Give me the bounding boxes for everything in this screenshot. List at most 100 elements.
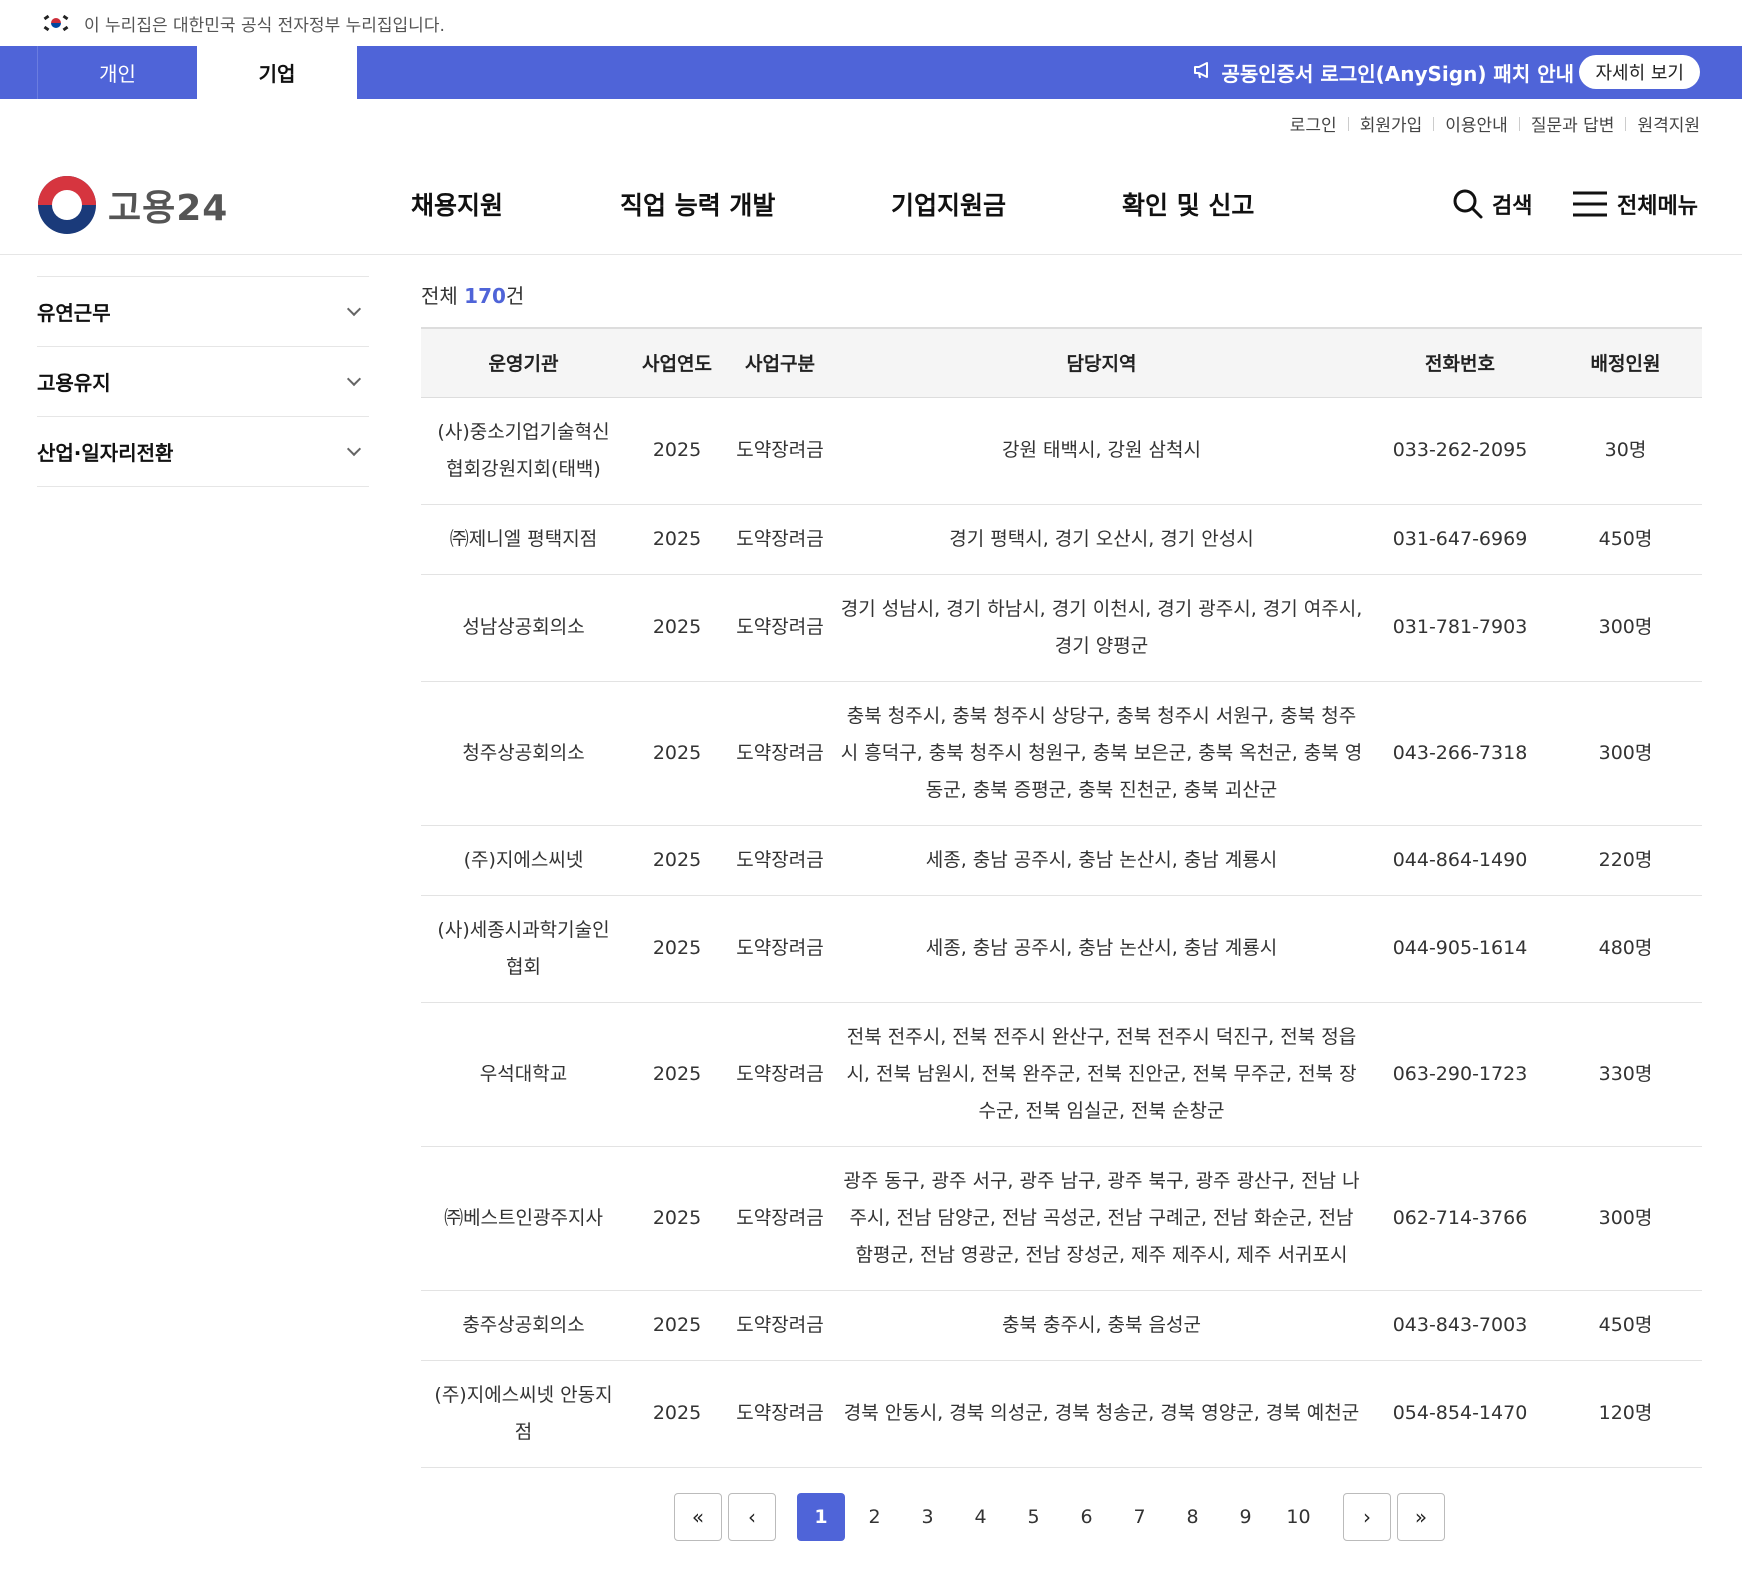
tab-company[interactable]: 기업 [197,46,357,99]
cell-year: 2025 [626,1146,728,1291]
cell-agency: (사)세종시과학기술인 협회 [421,895,626,1003]
table-row: ㈜제니엘 평택지점 2025 도약장려금 경기 평택시, 경기 오산시, 경기 안성시… [421,504,1702,575]
announcement-text: 공동인증서 로그인(AnySign) 패치 안내 [1221,62,1574,86]
col-header-quota: 배정인원 [1549,328,1702,398]
sidebar-item-label: 고용유지 [37,371,111,395]
table-row: 청주상공회의소 2025 도약장려금 충북 청주시, 충북 청주시 상당구, 충북 청… [421,681,1702,826]
cell-phone: 063-290-1723 [1371,1002,1549,1147]
cell-quota: 300명 [1549,681,1702,826]
col-header-phone: 전화번호 [1371,328,1549,398]
cell-year: 2025 [626,825,728,896]
page-5-button[interactable]: 5 [1007,1493,1060,1541]
cell-region: 전북 전주시, 전북 전주시 완산구, 전북 전주시 덕진구, 전북 정읍시, … [832,1002,1371,1147]
cell-agency: 우석대학교 [421,1002,626,1147]
remote-support-link[interactable]: 원격지원 [1626,111,1700,136]
prev-page-button[interactable]: ‹ [728,1493,776,1541]
login-link[interactable]: 로그인 [1279,111,1348,136]
detail-button[interactable]: 자세히 보기 [1579,55,1700,89]
nav-recruitment[interactable]: 채용지원 [411,154,503,254]
pagination: « ‹ 1 2 3 4 5 6 7 8 9 10 › » [674,1493,1445,1541]
page-2-button[interactable]: 2 [848,1493,901,1541]
signup-link[interactable]: 회원가입 [1349,111,1434,136]
cell-year: 2025 [626,1360,728,1468]
page-7-button[interactable]: 7 [1113,1493,1166,1541]
page-6-button[interactable]: 6 [1060,1493,1113,1541]
table-row: 우석대학교 2025 도약장려금 전북 전주시, 전북 전주시 완산구, 전북 전주시… [421,1002,1702,1147]
col-header-type: 사업구분 [728,328,832,398]
cell-phone: 054-854-1470 [1371,1360,1549,1468]
cell-region: 세종, 충남 공주시, 충남 논산시, 충남 계룡시 [832,825,1371,896]
cell-phone: 043-843-7003 [1371,1290,1549,1361]
page-1-button[interactable]: 1 [797,1493,845,1541]
search-icon [1452,188,1484,220]
cell-type: 도약장려금 [728,504,832,575]
cell-year: 2025 [626,1290,728,1361]
nav-confirm-report[interactable]: 확인 및 신고 [1122,154,1254,254]
cell-agency: 충주상공회의소 [421,1290,626,1361]
full-menu-button[interactable]: 전체메뉴 [1573,154,1698,254]
page-3-button[interactable]: 3 [901,1493,954,1541]
cell-region: 경기 평택시, 경기 오산시, 경기 안성시 [832,504,1371,575]
cell-phone: 043-266-7318 [1371,681,1549,826]
cell-agency: ㈜베스트인광주지사 [421,1146,626,1291]
sidebar-item-industry-transition[interactable]: 산업·일자리전환 [37,417,369,487]
chevron-down-icon [346,371,362,387]
cell-year: 2025 [626,574,728,682]
sidebar-item-label: 산업·일자리전환 [37,441,174,465]
cell-phone: 031-647-6969 [1371,504,1549,575]
first-page-button[interactable]: « [674,1493,722,1541]
cell-agency: (사)중소기업기술혁신 협회강원지회(태백) [421,397,626,505]
site-logo[interactable]: 고용24 [38,176,228,234]
cell-agency: 성남상공회의소 [421,574,626,682]
table-row: (사)중소기업기술혁신 협회강원지회(태백) 2025 도약장려금 강원 태백시, 강… [421,397,1702,505]
cell-quota: 120명 [1549,1360,1702,1468]
korea-flag-icon [43,14,69,32]
cell-region: 강원 태백시, 강원 삼척시 [832,397,1371,505]
qna-link[interactable]: 질문과 답변 [1520,111,1626,136]
search-label: 검색 [1492,194,1533,219]
table-row: ㈜베스트인광주지사 2025 도약장려금 광주 동구, 광주 서구, 광주 남구, 광… [421,1146,1702,1291]
page-8-button[interactable]: 8 [1166,1493,1219,1541]
cell-region: 충북 청주시, 충북 청주시 상당구, 충북 청주시 서원구, 충북 청주시 흥… [832,681,1371,826]
table-row: (사)세종시과학기술인 협회 2025 도약장려금 세종, 충남 공주시, 충남 논산… [421,895,1702,1003]
cell-quota: 330명 [1549,1002,1702,1147]
top-bar: 개인 기업 공동인증서 로그인(AnySign) 패치 안내 자세히 보기 [0,46,1742,99]
page-4-button[interactable]: 4 [954,1493,1007,1541]
gov-notice-bar: 이 누리집은 대한민국 공식 전자정부 누리집입니다. [0,0,1742,46]
cell-region: 세종, 충남 공주시, 충남 논산시, 충남 계룡시 [832,895,1371,1003]
agency-table: 운영기관 사업연도 사업구분 담당지역 전화번호 배정인원 (사)중소기업기술혁… [421,327,1702,1468]
cell-type: 도약장려금 [728,1002,832,1147]
col-header-region: 담당지역 [832,328,1371,398]
sidebar-item-employment-retention[interactable]: 고용유지 [37,347,369,417]
col-header-year: 사업연도 [626,328,728,398]
cell-phone: 031-781-7903 [1371,574,1549,682]
chevron-down-icon [346,441,362,457]
nav-subsidies[interactable]: 기업지원금 [891,154,1006,254]
nav-skills-development[interactable]: 직업 능력 개발 [620,154,775,254]
cell-phone: 044-905-1614 [1371,895,1549,1003]
search-button[interactable]: 검색 [1452,154,1532,254]
hamburger-icon [1573,191,1607,217]
cell-type: 도약장려금 [728,895,832,1003]
total-count: 전체 170건 [421,280,524,309]
cell-agency: ㈜제니엘 평택지점 [421,504,626,575]
cell-type: 도약장려금 [728,574,832,682]
chevron-down-icon [346,301,362,317]
cell-agency: 청주상공회의소 [421,681,626,826]
col-header-agency: 운영기관 [421,328,626,398]
guide-link[interactable]: 이용안내 [1434,111,1519,136]
table-row: (주)지에스씨넷 안동지점 2025 도약장려금 경북 안동시, 경북 의성군, 경북… [421,1360,1702,1468]
cell-type: 도약장려금 [728,397,832,505]
cell-type: 도약장려금 [728,825,832,896]
announcement-link[interactable]: 공동인증서 로그인(AnySign) 패치 안내 [1193,46,1574,99]
sidebar-item-flexible-work[interactable]: 유연근무 [37,277,369,347]
table-row: 충주상공회의소 2025 도약장려금 충북 충주시, 충북 음성군 043-843-70… [421,1290,1702,1361]
next-page-button[interactable]: › [1343,1493,1391,1541]
page-10-button[interactable]: 10 [1272,1493,1325,1541]
tab-personal[interactable]: 개인 [37,46,197,99]
last-page-button[interactable]: » [1397,1493,1445,1541]
cell-type: 도약장려금 [728,1290,832,1361]
page-9-button[interactable]: 9 [1219,1493,1272,1541]
cell-phone: 033-262-2095 [1371,397,1549,505]
cell-region: 경기 성남시, 경기 하남시, 경기 이천시, 경기 광주시, 경기 여주시, … [832,574,1371,682]
